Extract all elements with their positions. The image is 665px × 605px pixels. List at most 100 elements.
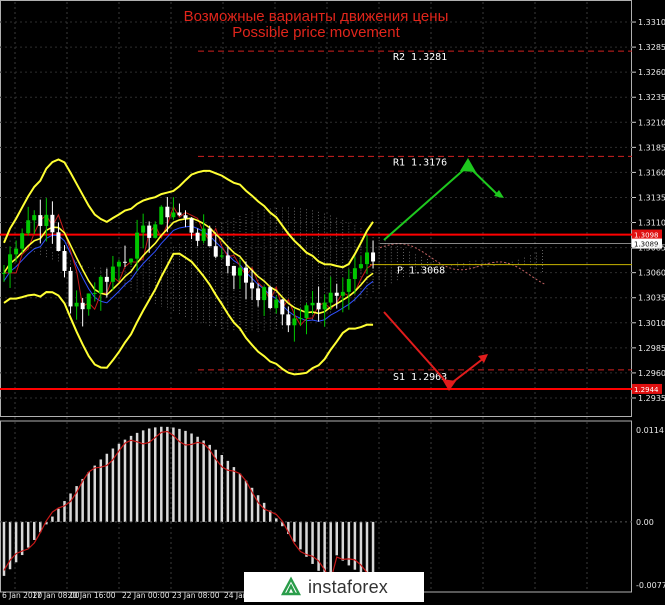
candle-body xyxy=(262,287,267,301)
instaforex-logo-icon xyxy=(280,576,301,596)
title-russian: Возможные варианты движения цены xyxy=(183,8,449,25)
candle-body xyxy=(56,232,61,251)
candle-body xyxy=(98,276,103,293)
candle-body xyxy=(68,270,73,307)
oscillator-tick-label: 0.0114 xyxy=(636,426,664,435)
candle-body xyxy=(358,264,363,269)
candle-body xyxy=(165,206,170,218)
candle-body xyxy=(62,250,67,271)
price-chart: R2 1.3281R1 1.3176P 1.3068S1 1.29631.309… xyxy=(0,0,665,600)
price-tick-label: 1.3060 xyxy=(638,269,665,278)
instaforex-logo: instaforex xyxy=(244,572,424,602)
candle-body xyxy=(74,302,79,307)
candle-body xyxy=(268,287,273,309)
candle-body xyxy=(80,302,85,310)
level-label-r1: R1 1.3176 xyxy=(393,157,447,168)
time-label: 20 Jan 16:00 xyxy=(68,591,116,600)
candle-body xyxy=(280,299,285,315)
price-tick-label: 1.3210 xyxy=(638,118,665,127)
candle-body xyxy=(8,254,13,273)
price-tick-label: 1.3085 xyxy=(638,244,665,253)
price-tick-label: 1.2960 xyxy=(638,369,665,378)
oscillator-panel: 0.0114 0.00 -0.00778 xyxy=(0,426,665,590)
price-tick-label: 1.3260 xyxy=(638,68,665,77)
bollinger-bands xyxy=(3,158,374,376)
candle-body xyxy=(110,266,115,282)
candle-body xyxy=(86,293,91,310)
price-tick-label: 1.3035 xyxy=(638,294,665,303)
candle-body xyxy=(207,228,212,247)
candle-body xyxy=(334,292,339,296)
price-tag-label: 1.3098 xyxy=(634,232,659,240)
candle-body xyxy=(183,215,188,219)
price-tick-label: 1.3110 xyxy=(638,219,665,228)
candle-body xyxy=(225,255,230,266)
future-span xyxy=(379,243,545,285)
candle-body xyxy=(316,302,321,310)
candle-body xyxy=(2,272,6,274)
bullish-arrowhead xyxy=(460,158,476,172)
candle-body xyxy=(231,265,236,276)
candle-body xyxy=(26,220,31,234)
candle-body xyxy=(129,258,134,263)
candle-body xyxy=(20,233,25,249)
price-tick-label: 1.3135 xyxy=(638,193,665,202)
candle-body xyxy=(328,292,333,303)
candle-body xyxy=(286,314,291,326)
price-tick-label: 1.3010 xyxy=(638,319,665,328)
candle-body xyxy=(141,225,146,233)
candle-body xyxy=(237,267,242,276)
ichimoku-cloud xyxy=(3,207,545,332)
candle-body xyxy=(104,276,109,282)
candle-body xyxy=(50,214,55,233)
price-tick-label: 1.3285 xyxy=(638,43,665,52)
price-tag-label: 1.2944 xyxy=(634,386,659,394)
candle-body xyxy=(250,282,255,289)
candle-body xyxy=(92,292,97,294)
title-english: Possible price movement xyxy=(232,24,400,41)
candle-body xyxy=(171,212,176,218)
candle-body xyxy=(365,252,369,265)
candle-body xyxy=(135,232,140,259)
time-axis: 6 Jan 202017 Jan 08:0020 Jan 16:00 22 Jan… xyxy=(2,591,248,600)
time-label: 22 Jan 00:00 xyxy=(122,591,170,600)
candle-body xyxy=(298,318,303,320)
candle-body xyxy=(310,302,315,306)
time-label: 23 Jan 08:00 xyxy=(172,591,220,600)
candle-body xyxy=(346,278,351,292)
candle-body xyxy=(32,215,37,221)
price-tick-label: 1.3235 xyxy=(638,93,665,102)
price-tick-label: 1.3160 xyxy=(638,168,665,177)
candle-body xyxy=(322,302,327,310)
candle-body xyxy=(44,214,49,226)
candle-body xyxy=(116,261,121,267)
candle-body xyxy=(274,299,279,309)
price-tick-label: 1.3310 xyxy=(638,18,665,27)
candle-body xyxy=(177,212,182,216)
price-axis: 1.3310 1.3285 1.3260 1.3235 1.3210 1.3185 1.31… xyxy=(632,18,665,403)
candle-body xyxy=(201,228,206,241)
level-label-r2: R2 1.3281 xyxy=(393,52,447,63)
candle-body xyxy=(340,291,345,296)
logo-text: instaforex xyxy=(307,576,389,597)
price-panel-frame xyxy=(0,0,632,417)
level-label-p: P 1.3068 xyxy=(397,266,445,277)
candle-body xyxy=(153,224,158,238)
candle-body xyxy=(292,318,297,326)
candle-body xyxy=(213,246,218,257)
candle-body xyxy=(244,267,248,283)
candle-body xyxy=(195,232,200,241)
price-tick-label: 1.2985 xyxy=(638,344,665,353)
price-tick-label: 1.3185 xyxy=(638,143,665,152)
candle-body xyxy=(159,206,164,225)
candle-body xyxy=(371,252,376,262)
candle-body xyxy=(14,248,19,255)
price-tick-label: 1.2935 xyxy=(638,394,665,403)
candle-body xyxy=(38,215,43,226)
candle-body xyxy=(256,288,261,301)
candle-body xyxy=(147,225,152,238)
candle-body xyxy=(219,255,224,257)
oscillator-tick-label: -0.00778 xyxy=(636,581,665,590)
oscillator-tick-label: 0.00 xyxy=(636,518,654,527)
candle-body xyxy=(352,268,357,279)
